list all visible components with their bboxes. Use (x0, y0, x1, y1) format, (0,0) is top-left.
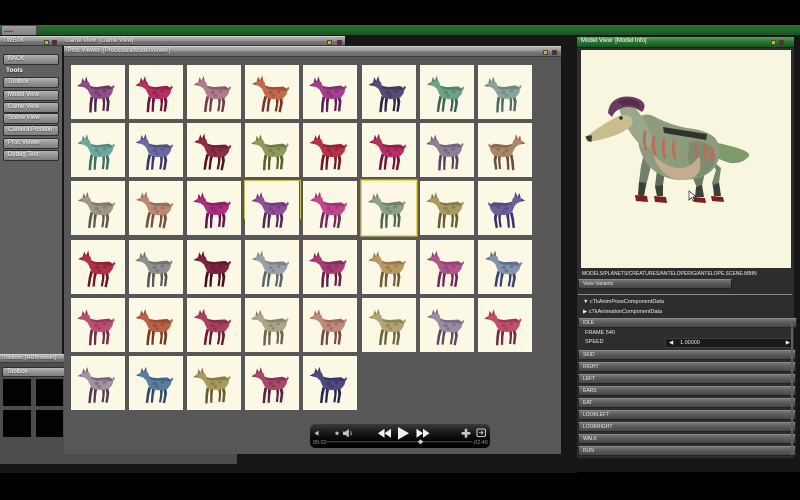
svg-text:-02:40: -02:40 (473, 440, 488, 446)
svg-text:05:02: 05:02 (313, 440, 327, 446)
